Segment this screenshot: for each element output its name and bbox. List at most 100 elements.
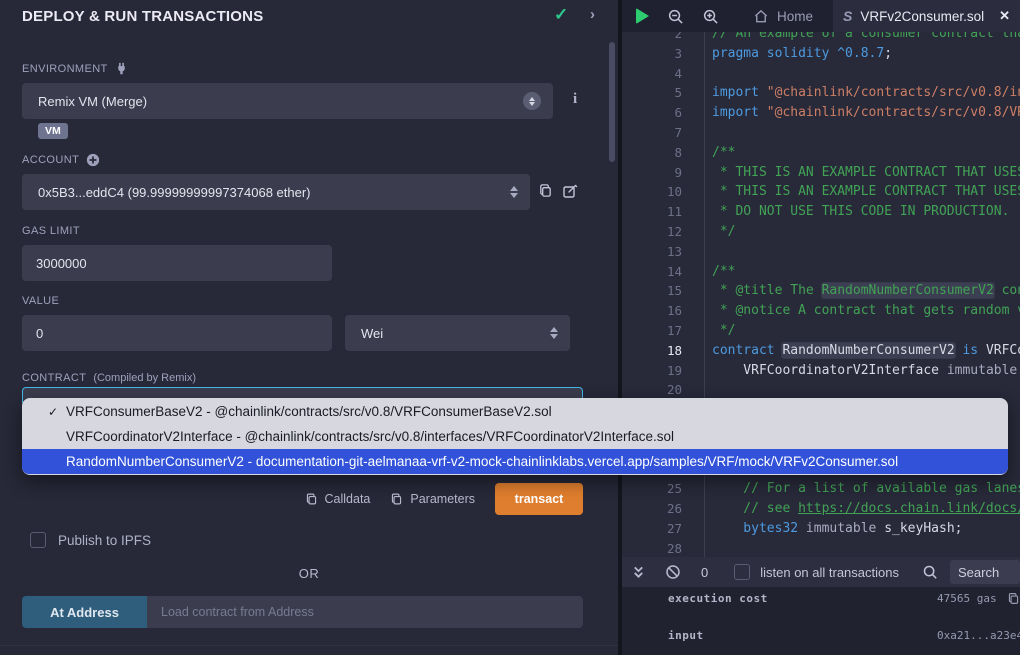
line-number: 13 bbox=[622, 242, 682, 262]
code-line[interactable]: // see https://docs.chain.link/docs/vrf-… bbox=[712, 499, 1020, 519]
contract-option-label: RandomNumberConsumerV2 - documentation-g… bbox=[66, 454, 898, 469]
account-select[interactable]: 0x5B3...eddC4 (99.99999999997374068 ethe… bbox=[22, 174, 530, 210]
value-unit-select[interactable]: Wei bbox=[345, 315, 570, 351]
code-line[interactable]: // An example of a consumer contract tha… bbox=[712, 32, 1020, 44]
code-line[interactable]: pragma solidity ^0.8.7; bbox=[712, 44, 1020, 64]
plus-icon[interactable] bbox=[86, 153, 100, 167]
copy-icon bbox=[390, 492, 403, 506]
value-unit: Wei bbox=[361, 326, 383, 341]
terminal-row-label: input bbox=[668, 629, 704, 642]
line-number: 10 bbox=[622, 182, 682, 202]
publish-ipfs-row: Publish to IPFS bbox=[30, 532, 151, 548]
select-stepper-icon bbox=[523, 92, 541, 110]
zoom-in-icon[interactable] bbox=[702, 8, 719, 25]
copy-icon[interactable] bbox=[1007, 592, 1020, 605]
terminal-body: execution cost47565 gas input 0xa21...a23e… bbox=[622, 587, 1020, 655]
transact-button[interactable]: transact bbox=[495, 483, 583, 515]
code-line[interactable]: VRFCoordinatorV2Interface immutable COOR… bbox=[712, 361, 1020, 381]
terminal-row-value: 0xa21...a23e4 bbox=[937, 629, 1020, 642]
editor-code[interactable]: // An example of a consumer contract tha… bbox=[705, 32, 1020, 557]
chevron-right-icon[interactable]: › bbox=[590, 6, 595, 23]
or-label: OR bbox=[0, 566, 618, 581]
code-line[interactable]: /** bbox=[712, 143, 1020, 163]
terminal-row: input 0xa21...a23e4 bbox=[622, 629, 1020, 643]
contract-dropdown-menu: ✓VRFConsumerBaseV2 - @chainlink/contract… bbox=[22, 398, 1008, 475]
remix-ide: DEPLOY & RUN TRANSACTIONS ✓ › ENVIRONMEN… bbox=[0, 0, 1020, 655]
line-number: 17 bbox=[622, 321, 682, 341]
code-line[interactable]: import "@chainlink/contracts/src/v0.8/VR… bbox=[712, 103, 1020, 123]
editor-tabbar: Home S VRFv2Consumer.sol ✕ bbox=[622, 0, 1020, 32]
check-icon: ✓ bbox=[48, 405, 58, 419]
environment-select[interactable]: Remix VM (Merge) bbox=[22, 83, 553, 119]
editor-gutter: 2345678910111213141516171819202122232425… bbox=[622, 32, 705, 557]
line-number: 5 bbox=[622, 83, 682, 103]
code-line[interactable]: /** bbox=[712, 262, 1020, 282]
terminal-search-input[interactable] bbox=[950, 560, 1020, 584]
line-number: 19 bbox=[622, 361, 682, 381]
code-line[interactable]: * THIS IS AN EXAMPLE CONTRACT THAT USES … bbox=[712, 182, 1020, 202]
line-number: 27 bbox=[622, 519, 682, 539]
line-number: 7 bbox=[622, 123, 682, 143]
gas-limit-input[interactable] bbox=[22, 245, 332, 281]
line-number: 14 bbox=[622, 262, 682, 282]
zoom-out-icon[interactable] bbox=[667, 8, 684, 25]
code-line[interactable]: * @title The RandomNumberConsumerV2 cont… bbox=[712, 281, 1020, 301]
line-number: 3 bbox=[622, 44, 682, 64]
code-line[interactable]: * DO NOT USE THIS CODE IN PRODUCTION. bbox=[712, 202, 1020, 222]
tab-vrfv2consumer[interactable]: S VRFv2Consumer.sol ✕ bbox=[833, 0, 1020, 32]
clear-console-icon[interactable] bbox=[665, 564, 681, 580]
terminal-row: execution cost47565 gas bbox=[622, 592, 1020, 606]
line-number: 8 bbox=[622, 143, 682, 163]
code-line[interactable] bbox=[712, 64, 1020, 84]
copy-icon[interactable] bbox=[538, 183, 553, 198]
code-line[interactable]: * THIS IS AN EXAMPLE CONTRACT THAT USES … bbox=[712, 163, 1020, 183]
at-address-button[interactable]: At Address bbox=[22, 596, 147, 628]
listen-all-transactions-checkbox[interactable] bbox=[734, 564, 750, 580]
code-line[interactable] bbox=[712, 539, 1020, 557]
panel-header: DEPLOY & RUN TRANSACTIONS ✓ › bbox=[0, 0, 618, 34]
value-input[interactable] bbox=[22, 315, 332, 351]
collapse-terminal-icon[interactable] bbox=[632, 565, 645, 580]
publish-ipfs-checkbox[interactable] bbox=[30, 532, 46, 548]
vm-badge: VM bbox=[38, 123, 68, 139]
code-line[interactable]: */ bbox=[712, 321, 1020, 341]
contract-option[interactable]: ✓VRFConsumerBaseV2 - @chainlink/contract… bbox=[22, 399, 1008, 424]
code-line[interactable]: bytes32 immutable s_keyHash; bbox=[712, 519, 1020, 539]
line-number: 9 bbox=[622, 163, 682, 183]
code-line[interactable] bbox=[712, 123, 1020, 143]
code-line[interactable]: // For a list of available gas lanes on … bbox=[712, 479, 1020, 499]
contract-label: CONTRACT (Compiled by Remix) bbox=[22, 372, 196, 384]
panel-scrollbar[interactable] bbox=[609, 42, 615, 162]
run-script-icon[interactable] bbox=[636, 8, 649, 24]
info-icon[interactable]: i bbox=[573, 91, 577, 108]
close-icon[interactable]: ✕ bbox=[999, 8, 1010, 24]
parameters-button[interactable]: Parameters bbox=[390, 492, 475, 506]
code-line[interactable]: */ bbox=[712, 222, 1020, 242]
tab-home[interactable]: Home bbox=[739, 0, 827, 32]
code-viewport[interactable]: 2345678910111213141516171819202122232425… bbox=[622, 32, 1020, 557]
line-number: 11 bbox=[622, 202, 682, 222]
deploy-run-panel: DEPLOY & RUN TRANSACTIONS ✓ › ENVIRONMEN… bbox=[0, 0, 618, 655]
calldata-button[interactable]: Calldata bbox=[305, 492, 371, 506]
contract-option-label: VRFCoordinatorV2Interface - @chainlink/c… bbox=[66, 429, 674, 444]
active-tab-label: VRFv2Consumer.sol bbox=[860, 9, 984, 24]
line-number: 4 bbox=[622, 64, 682, 84]
code-line[interactable]: contract RandomNumberConsumerV2 is VRFCo… bbox=[712, 341, 1020, 361]
code-line[interactable]: import "@chainlink/contracts/src/v0.8/in… bbox=[712, 83, 1020, 103]
search-icon bbox=[922, 564, 938, 580]
terminal-header: 0 listen on all transactions bbox=[622, 557, 1020, 587]
code-line[interactable]: * @notice A contract that gets random va… bbox=[712, 301, 1020, 321]
solidity-file-icon: S bbox=[843, 8, 852, 24]
code-line[interactable] bbox=[712, 242, 1020, 262]
at-address-input[interactable] bbox=[147, 596, 583, 628]
edit-icon[interactable] bbox=[562, 183, 578, 199]
home-icon bbox=[753, 9, 769, 24]
select-stepper-icon bbox=[510, 186, 518, 198]
line-number: 12 bbox=[622, 222, 682, 242]
contract-option[interactable]: VRFCoordinatorV2Interface - @chainlink/c… bbox=[22, 424, 1008, 449]
check-icon: ✓ bbox=[554, 5, 568, 25]
contract-option[interactable]: RandomNumberConsumerV2 - documentation-g… bbox=[22, 449, 1008, 474]
line-number: 6 bbox=[622, 103, 682, 123]
panel-title: DEPLOY & RUN TRANSACTIONS bbox=[22, 8, 263, 25]
deploy-actions: Calldata Parameters transact bbox=[0, 483, 583, 515]
